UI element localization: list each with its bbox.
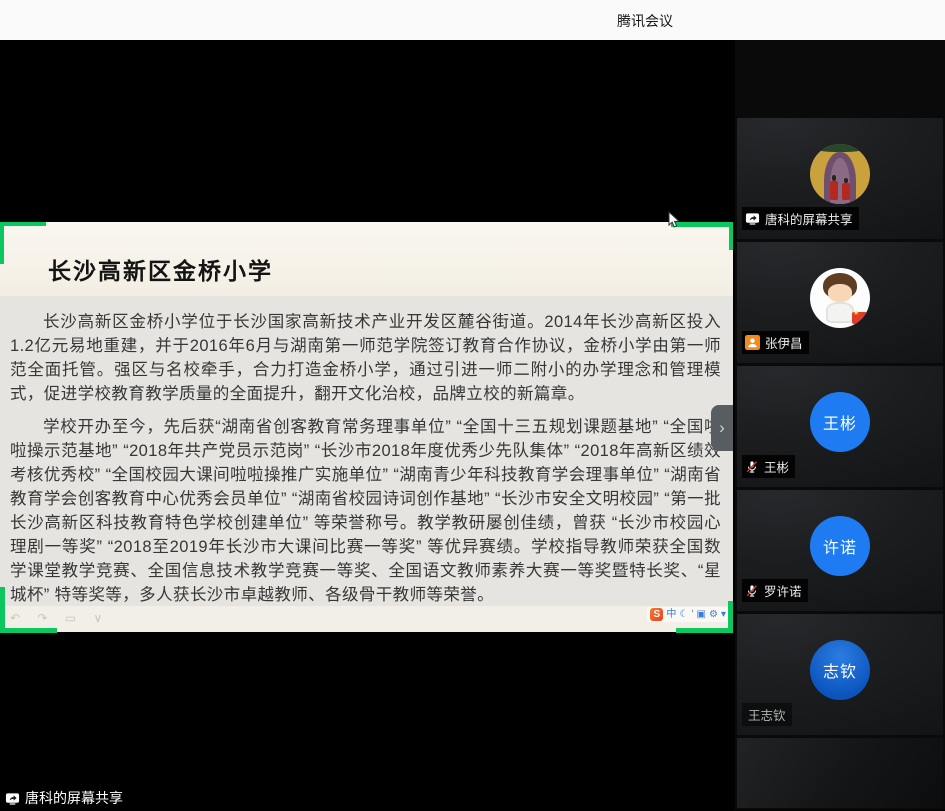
participant-tile[interactable]: 许诺 罗许诺 (737, 490, 943, 611)
slide-footer: ↶ ↷ ▭ ∨ S 中 ☾ ’ ▣ ⚙ ▾ (0, 606, 733, 632)
sharing-status-overlay: 唐科的屏幕共享 (2, 786, 131, 811)
participant-name: 唐科的屏幕共享 (765, 209, 853, 228)
ime-logo-icon: S (650, 608, 663, 621)
slide-toolbar-ghost-icons: ↶ ↷ ▭ ∨ (10, 611, 109, 625)
participant-name: 张伊昌 (765, 333, 803, 352)
participant-name: 王志钦 (748, 705, 786, 724)
share-border-top-left-v (0, 222, 4, 264)
mic-muted-icon (745, 584, 759, 598)
chevron-right-icon: › (719, 418, 725, 438)
ime-punct-icon: ☾ (679, 608, 688, 621)
share-border-bottom-right-v (728, 601, 733, 633)
shared-screen-view: 长沙高新区金桥小学 长沙高新区金桥小学位于长沙国家高新技术产业开发区麓谷街道。2… (0, 222, 733, 632)
participant-name: 罗许诺 (764, 581, 802, 600)
slide-header: 长沙高新区金桥小学 (0, 222, 733, 296)
participant-name: 王彬 (764, 457, 789, 476)
slide-paragraph-1: 长沙高新区金桥小学位于长沙国家高新技术产业开发区麓谷街道。2014年长沙高新区投… (10, 310, 721, 406)
share-border-top-right-v (729, 222, 733, 250)
sharing-status-text: 唐科的屏幕共享 (25, 788, 123, 808)
participant-tile[interactable]: 张伊昌 (737, 242, 943, 363)
avatar: 志钦 (810, 640, 870, 700)
ime-tools-icon: ⚙ (709, 608, 718, 621)
participant-name-label: 王志钦 (742, 703, 792, 726)
window-titlebar: 腾讯会议 (0, 0, 945, 40)
share-border-top-left-h (0, 222, 46, 226)
slide-body: 长沙高新区金桥小学位于长沙国家高新技术产业开发区麓谷街道。2014年长沙高新区投… (0, 296, 733, 606)
mic-muted-icon (745, 460, 759, 474)
window-title: 腾讯会议 (617, 11, 673, 31)
participant-name-label: 罗许诺 (742, 579, 808, 602)
avatar (810, 144, 870, 204)
slide-paragraph-2: 学校开办至今，先后获“湖南省创客教育常务理事单位” “全国十三五规划课题基地” … (10, 415, 721, 606)
sidebar-collapse-handle[interactable]: › (711, 405, 733, 451)
screen-share-icon (5, 791, 20, 806)
share-border-bottom-left-v (0, 587, 5, 633)
share-border-bottom-left-h (0, 628, 57, 633)
ime-toolbar: S 中 ☾ ’ ▣ ⚙ ▾ (647, 607, 729, 622)
ime-picture-icon: ▣ (697, 608, 706, 621)
participant-tile[interactable]: 王彬 王彬 (737, 366, 943, 487)
slide-title: 长沙高新区金桥小学 (48, 252, 273, 286)
participant-name-label: 王彬 (742, 455, 795, 478)
participant-tile[interactable]: 志钦 王志钦 (737, 614, 943, 735)
remote-cursor-icon (668, 211, 682, 234)
avatar (810, 268, 870, 328)
ime-lang-icon: 中 (666, 608, 676, 621)
share-border-bottom-right-h (676, 628, 733, 633)
participant-tile-screenshare[interactable]: 唐科的屏幕共享 (737, 118, 943, 239)
sidebar-spacer (735, 40, 945, 118)
ime-more-icon: ▾ (721, 608, 726, 621)
avatar: 许诺 (810, 516, 870, 576)
avatar: 王彬 (810, 392, 870, 452)
participant-tile-partial[interactable] (737, 738, 943, 808)
participants-sidebar: 唐科的屏幕共享 张伊昌 王彬 (735, 40, 945, 810)
ime-quote-icon: ’ (691, 608, 693, 621)
member-icon (745, 335, 760, 350)
participant-name-label: 唐科的屏幕共享 (742, 207, 859, 230)
participant-name-label: 张伊昌 (742, 331, 809, 354)
screen-share-icon (745, 211, 760, 226)
